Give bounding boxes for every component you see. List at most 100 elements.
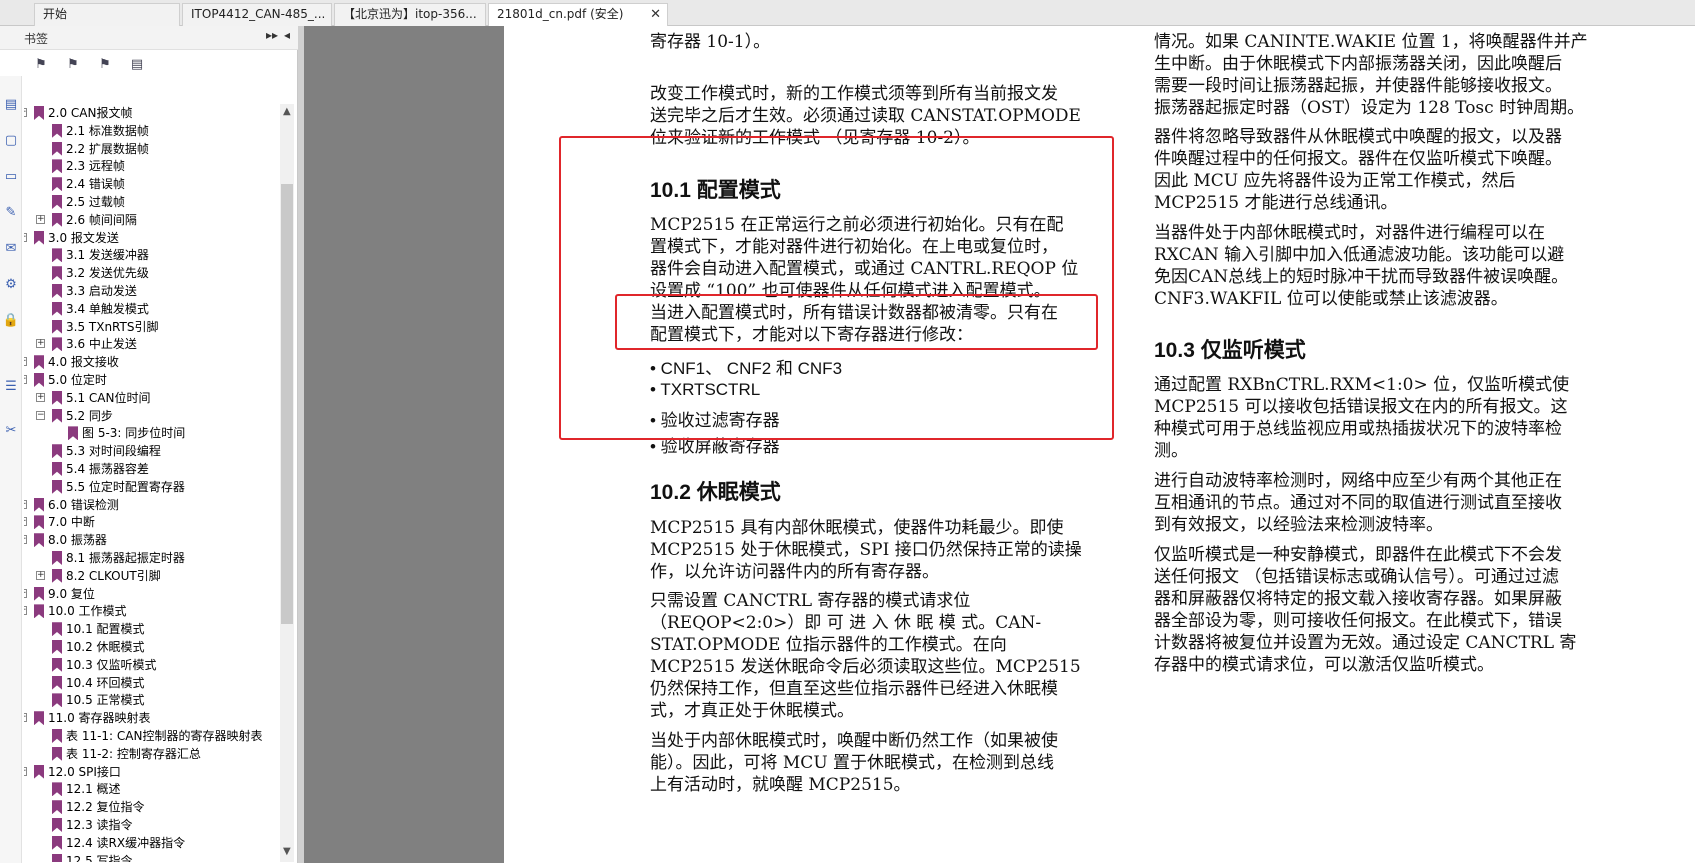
scroll-down-icon[interactable]: ▼: [283, 846, 291, 857]
bookmark-toolbar: ⚑ ⚑ ⚑ ▤: [24, 50, 294, 80]
bookmark-item[interactable]: − 10.0 工作模式: [24, 602, 282, 620]
comments-icon[interactable]: ✎: [2, 204, 20, 222]
bookmark-item[interactable]: 12.3 读指令: [24, 816, 282, 834]
expand-plus-icon[interactable]: +: [24, 357, 27, 367]
collapse-minus-icon[interactable]: −: [24, 108, 27, 117]
bookmark-label: 8.2 CLKOUT引脚: [66, 568, 161, 583]
bookmark-item[interactable]: 3.3 启动发送: [24, 282, 282, 300]
bookmark-item[interactable]: 2.4 错误帧: [24, 175, 282, 193]
bookmark-item[interactable]: 2.2 扩展数据帧: [24, 140, 282, 158]
bookmark-item[interactable]: 8.1 振荡器起振定时器: [24, 549, 282, 567]
tab-close-icon[interactable]: ✕: [650, 4, 661, 25]
tab-start[interactable]: 开始: [34, 3, 180, 26]
expand-plus-icon[interactable]: +: [24, 588, 27, 598]
bookmark-icon: [52, 159, 62, 174]
bookmark-item[interactable]: 3.1 发送缓冲器: [24, 246, 282, 264]
sidebar-vertical-scrollbar[interactable]: ▲ ▼: [280, 104, 294, 862]
bookmark-find-icon[interactable]: ⚑: [96, 56, 114, 74]
col2-para-filter: 当器件处于内部休眠模式时，对器件进行编程可以在 RXCAN 输入引脚中加入低通滤波…: [1154, 223, 1569, 309]
bookmark-item[interactable]: 12.5 写指令: [24, 852, 282, 862]
bookmark-item[interactable]: 12.2 复位指令: [24, 798, 282, 816]
bookmark-item[interactable]: 5.4 振荡器容差: [24, 460, 282, 478]
bookmark-item[interactable]: +3.6 中止发送: [24, 335, 282, 353]
bookmark-item[interactable]: − 12.0 SPI接口: [24, 763, 282, 781]
bookmark-item[interactable]: +8.2 CLKOUT引脚: [24, 567, 282, 585]
bookmark-icon: [52, 390, 62, 405]
bookmark-item[interactable]: 12.1 概述: [24, 780, 282, 798]
expand-plus-icon[interactable]: +: [36, 570, 45, 580]
collapse-minus-icon[interactable]: −: [24, 375, 27, 384]
collapse-minus-icon[interactable]: −: [24, 232, 27, 242]
bookmark-remove-icon[interactable]: ⚑: [64, 56, 82, 74]
tab-itop4412[interactable]: ITOP4412_CAN-485_...: [182, 3, 332, 26]
security-icon[interactable]: 🔒: [2, 312, 20, 330]
expand-plus-icon[interactable]: +: [36, 339, 45, 349]
sidebar-scroll-thumb[interactable]: [281, 184, 293, 624]
bookmark-item[interactable]: 2.1 标准数据帧: [24, 122, 282, 140]
bookmark-item[interactable]: +2.6 帧间间隔: [24, 211, 282, 229]
bookmark-label: 2.0 CAN报文帧: [48, 106, 133, 120]
expand-panel-icon[interactable]: ▸▸: [266, 28, 278, 42]
pages-icon[interactable]: ▤: [2, 96, 20, 114]
bookmark-item[interactable]: 10.1 配置模式: [24, 620, 282, 638]
bookmark-item[interactable]: 3.2 发送优先级: [24, 264, 282, 282]
sidebar-header: 书签 ▸▸ ◂: [0, 26, 298, 50]
collapse-panel-icon[interactable]: ◂: [284, 28, 290, 42]
layers-icon[interactable]: ▭: [2, 168, 20, 186]
bookmark-item[interactable]: − 8.0 振荡器: [24, 531, 282, 549]
attachments-icon[interactable]: ✉: [2, 240, 20, 258]
signatures-icon[interactable]: ⚙: [2, 276, 20, 294]
collapse-minus-icon[interactable]: −: [24, 713, 27, 723]
bookmark-item[interactable]: 表 11-1: CAN控制器的寄存器映射表: [24, 727, 282, 745]
bookmark-item[interactable]: 10.2 休眠模式: [24, 638, 282, 656]
collapse-minus-icon[interactable]: −: [24, 535, 27, 545]
bookmark-label: 10.3 仅监听模式: [66, 657, 157, 672]
bookmark-item[interactable]: 2.3 远程帧: [24, 157, 282, 175]
bookmark-properties-icon[interactable]: ▤: [128, 56, 146, 74]
bookmark-item[interactable]: 12.4 读RX缓冲器指令: [24, 834, 282, 852]
bookmark-add-icon[interactable]: ⚑: [32, 56, 50, 74]
structure-icon[interactable]: ☰: [2, 378, 20, 396]
bookmark-item[interactable]: − 11.0 寄存器映射表: [24, 709, 282, 727]
expand-plus-icon[interactable]: +: [36, 214, 45, 224]
bookmark-icon: [34, 497, 44, 512]
bookmark-item[interactable]: − 3.0 报文发送: [24, 229, 282, 247]
thumbnails-icon[interactable]: ▢: [2, 132, 20, 150]
scroll-up-icon[interactable]: ▲: [283, 106, 291, 117]
expand-plus-icon[interactable]: +: [36, 392, 45, 402]
bookmark-item[interactable]: 2.5 过载帧: [24, 193, 282, 211]
tab-itop356[interactable]: 【北京迅为】itop-356...: [334, 3, 486, 26]
bookmark-icon: [34, 355, 44, 370]
bookmark-item[interactable]: − 2.0 CAN报文帧: [24, 104, 282, 122]
bookmark-icon: [52, 141, 62, 156]
bookmark-item[interactable]: +5.1 CAN位时间: [24, 389, 282, 407]
bookmark-item[interactable]: +7.0 中断: [24, 513, 282, 531]
bookmark-item[interactable]: 10.4 环回模式: [24, 674, 282, 692]
bookmark-item[interactable]: 3.5 TXnRTS引脚: [24, 318, 282, 336]
collapse-minus-icon[interactable]: −: [24, 766, 27, 776]
bookmark-item[interactable]: − 5.2 同步: [24, 407, 282, 425]
bookmark-icon: [52, 640, 62, 654]
expand-plus-icon[interactable]: +: [24, 517, 27, 527]
bookmark-item[interactable]: 5.3 对时间段编程: [24, 442, 282, 460]
bookmark-item[interactable]: − 5.0 位定时: [24, 371, 282, 389]
bookmark-icon: [52, 853, 62, 862]
bookmark-item[interactable]: 图 5-3: 同步位时间: [24, 424, 282, 442]
bookmark-item[interactable]: +9.0 复位: [24, 585, 282, 603]
bookmark-item[interactable]: +6.0 错误检测: [24, 496, 282, 514]
bookmark-label: 8.1 振荡器起振定时器: [66, 551, 185, 565]
expand-plus-icon[interactable]: +: [24, 499, 27, 509]
sidebar-splitter[interactable]: [298, 26, 304, 863]
bookmark-item[interactable]: 10.5 正常模式: [24, 691, 282, 709]
tab-21801d-pdf[interactable]: 21801d_cn.pdf (安全) ✕: [488, 3, 668, 27]
bookmark-item[interactable]: +4.0 报文接收: [24, 353, 282, 371]
collapse-minus-icon[interactable]: −: [24, 606, 27, 616]
collapse-minus-icon[interactable]: −: [36, 410, 45, 420]
bookmark-label: 5.5 位定时配置寄存器: [66, 479, 185, 494]
bookmark-item[interactable]: 10.3 仅监听模式: [24, 656, 282, 674]
tools-icon[interactable]: ✂: [2, 422, 20, 440]
bookmark-item[interactable]: 3.4 单触发模式: [24, 300, 282, 318]
bookmark-label: 3.1 发送缓冲器: [66, 248, 149, 263]
bookmark-item[interactable]: 表 11-2: 控制寄存器汇总: [24, 745, 282, 763]
bookmark-item[interactable]: 5.5 位定时配置寄存器: [24, 478, 282, 496]
